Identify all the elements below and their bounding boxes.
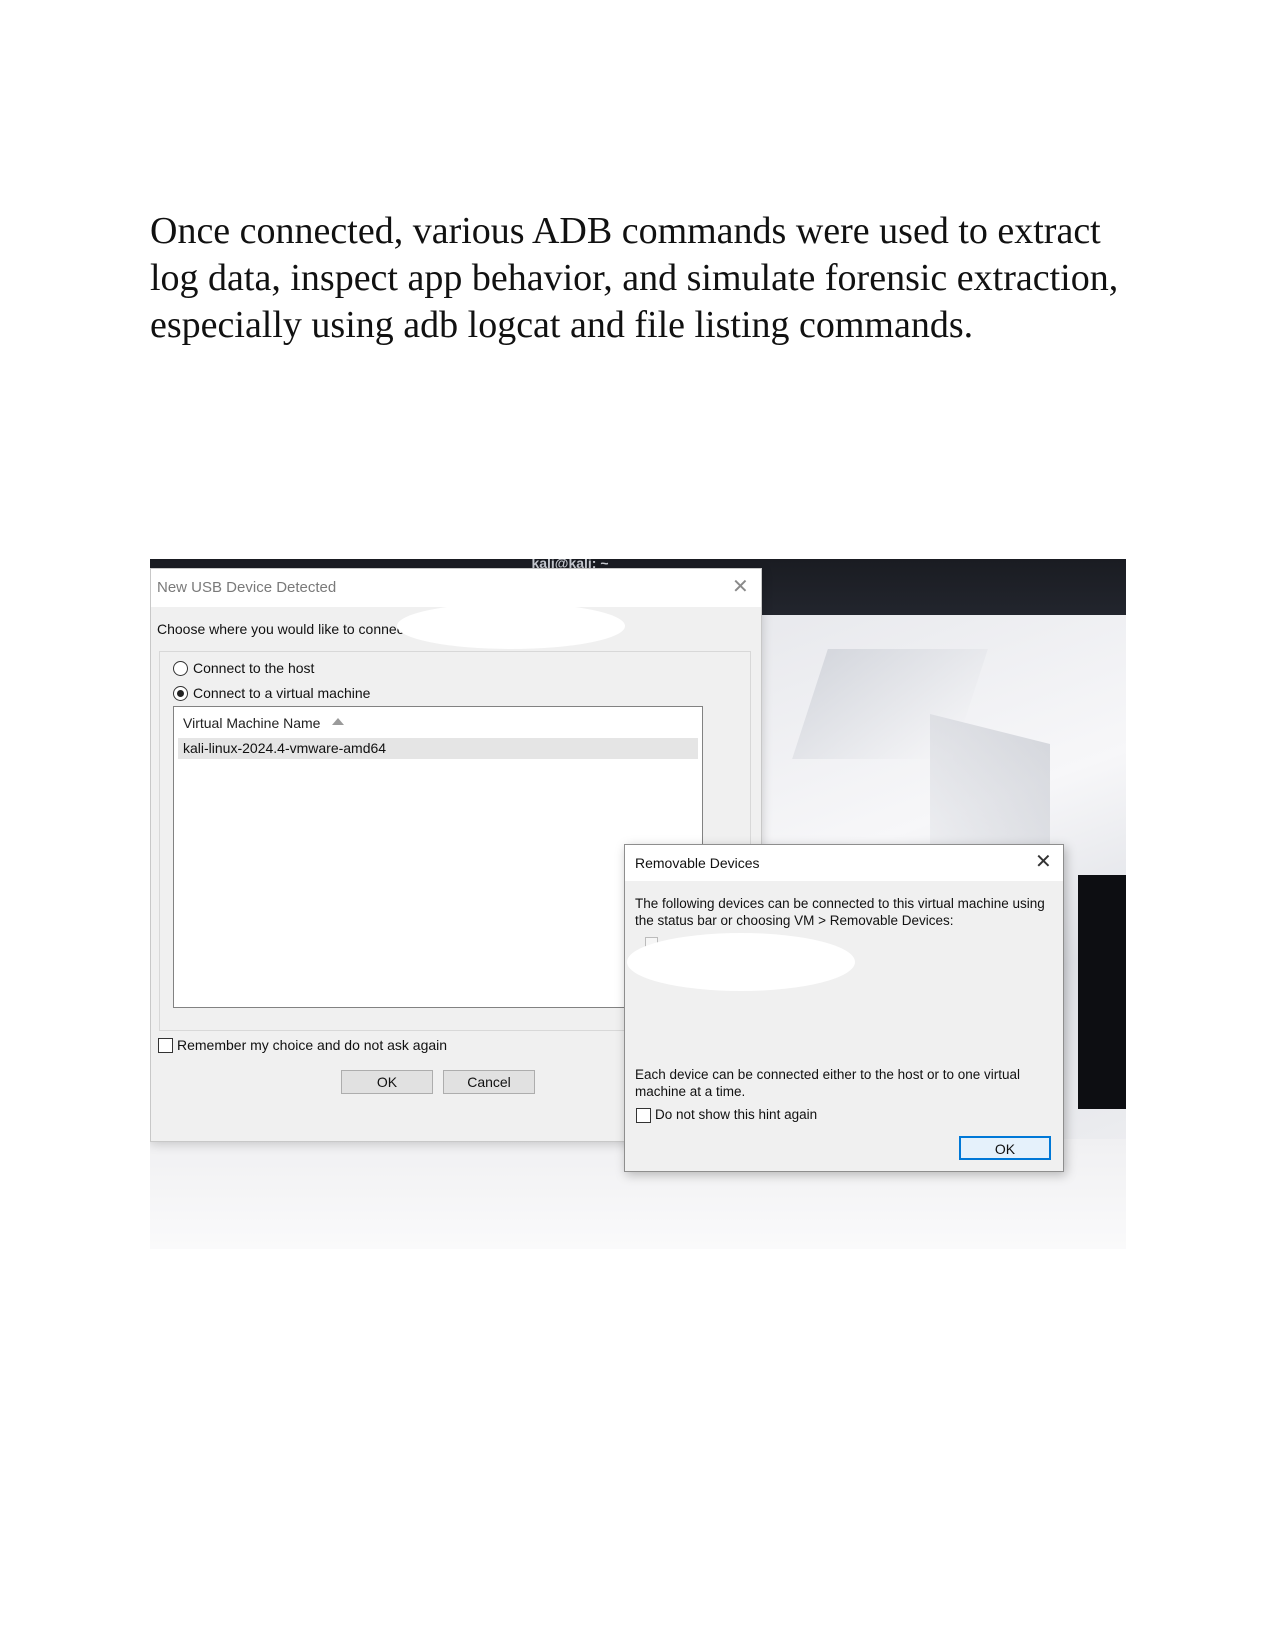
ok-button[interactable]: OK — [341, 1070, 433, 1094]
connect-prompt: Choose where you would like to connect — [157, 621, 408, 637]
list-item[interactable]: kali-linux-2024.4-vmware-amd64 — [178, 738, 698, 759]
dialog-title: New USB Device Detected — [157, 579, 337, 596]
host-radio[interactable] — [173, 661, 188, 676]
close-icon[interactable]: ✕ — [732, 577, 749, 597]
redaction-blot — [627, 933, 855, 991]
hide-hint-checkbox[interactable] — [636, 1108, 651, 1123]
close-icon[interactable]: ✕ — [1035, 852, 1052, 872]
remember-choice-label[interactable]: Remember my choice and do not ask again — [177, 1037, 447, 1053]
vm-name: kali-linux-2024.4-vmware-amd64 — [183, 740, 387, 756]
hide-hint-label[interactable]: Do not show this hint again — [655, 1107, 817, 1122]
body-paragraph: Once connected, various ADB commands wer… — [150, 210, 1119, 346]
vm-radio-label[interactable]: Connect to a virtual machine — [193, 685, 370, 701]
ok-button[interactable]: OK — [959, 1136, 1051, 1160]
terminal-window-edge — [1078, 875, 1126, 1109]
host-radio-label[interactable]: Connect to the host — [193, 660, 314, 676]
remember-choice-checkbox[interactable] — [158, 1038, 173, 1053]
dialog-title: Removable Devices — [635, 855, 760, 871]
removable-devices-dialog: Removable Devices ✕ The following device… — [624, 844, 1064, 1172]
vm-radio[interactable] — [173, 686, 188, 701]
connection-note: Each device can be connected either to t… — [635, 1067, 1020, 1099]
dialog-titlebar: New USB Device Detected ✕ — [151, 569, 761, 607]
sort-ascending-icon — [332, 718, 344, 725]
cancel-button[interactable]: Cancel — [443, 1070, 535, 1094]
dialog-titlebar: Removable Devices ✕ — [625, 845, 1063, 881]
column-header-vm-name[interactable]: Virtual Machine Name — [183, 715, 320, 731]
devices-info-text: The following devices can be connected t… — [635, 896, 1045, 928]
screenshot: kali@kali: ~ New USB Device Detected ✕ C… — [150, 559, 1126, 1249]
redaction-blot — [397, 603, 625, 649]
